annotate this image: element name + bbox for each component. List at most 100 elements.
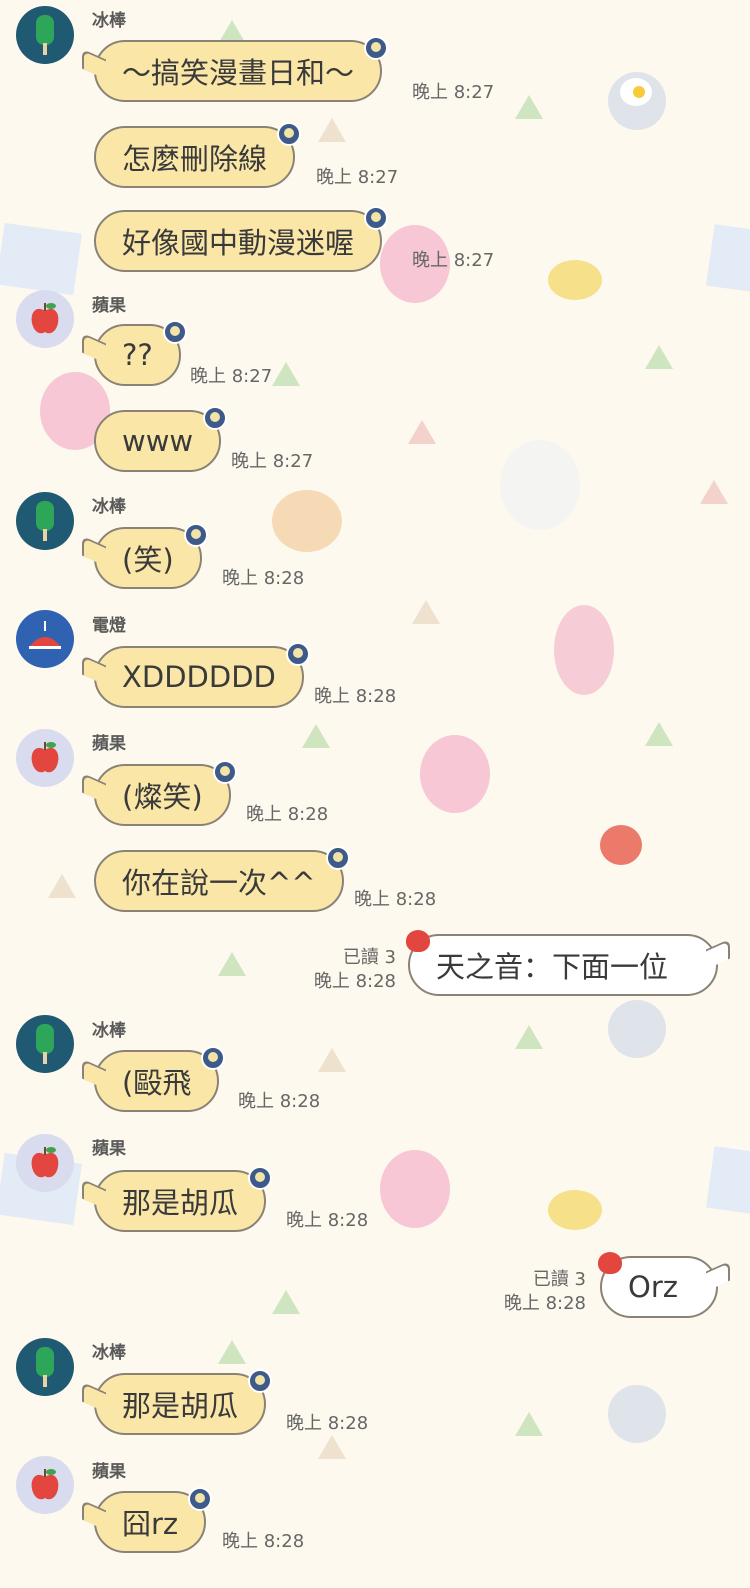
egg-pan-icon xyxy=(248,1166,273,1190)
background-triangle-decoration xyxy=(272,1290,300,1314)
message-bubble[interactable]: XDDDDDD xyxy=(94,642,310,708)
popsicle-icon xyxy=(36,1024,54,1064)
frying-pan-doodle-icon xyxy=(608,1385,666,1443)
message-text: www xyxy=(122,424,194,458)
background-triangle-decoration xyxy=(408,420,436,444)
message-bubble[interactable]: Orz xyxy=(598,1252,718,1318)
avatar-apple[interactable] xyxy=(16,290,74,348)
pink-rabbit-doodle-icon xyxy=(380,1150,450,1228)
background-triangle-decoration xyxy=(645,722,673,746)
message-bubble[interactable]: (毆飛 xyxy=(94,1046,226,1112)
message-bubble[interactable]: 天之音：下面一位 xyxy=(406,930,718,996)
background-triangle-decoration xyxy=(515,95,543,119)
background-triangle-decoration xyxy=(515,1025,543,1049)
avatar-popsicle[interactable] xyxy=(16,492,74,550)
message-time: 晚上 8:28 xyxy=(286,1413,369,1434)
apple-icon xyxy=(31,1469,59,1500)
message-time: 晚上 8:28 xyxy=(354,889,437,910)
message-time: 晚上 8:28 xyxy=(286,1210,369,1231)
egg-pan-icon xyxy=(248,1369,273,1393)
message-time: 晚上 8:27 xyxy=(316,167,399,188)
background-triangle-decoration xyxy=(272,362,300,386)
avatar-apple[interactable] xyxy=(16,1456,74,1514)
background-triangle-decoration xyxy=(700,480,728,504)
egg-pan-icon xyxy=(277,122,302,146)
message-bubble[interactable]: 怎麼刪除線 xyxy=(94,122,302,188)
sender-name: 冰棒 xyxy=(92,1343,126,1363)
egg-pan-icon xyxy=(364,206,389,230)
blender-doodle-icon xyxy=(554,605,614,695)
message-bubble[interactable]: ～搞笑漫畫日和～ xyxy=(94,36,389,102)
message-text: 那是胡瓜 xyxy=(122,1186,239,1220)
read-count: 已讀 3 xyxy=(532,1269,586,1290)
egg-pan-icon xyxy=(325,846,350,870)
avatar-apple[interactable] xyxy=(16,1134,74,1192)
message-bubble[interactable]: 囧rz xyxy=(94,1487,213,1553)
message-bubble[interactable]: 那是胡瓜 xyxy=(94,1369,273,1435)
message-time: 晚上 8:28 xyxy=(246,804,329,825)
background-triangle-decoration xyxy=(318,1048,346,1072)
avatar-popsicle[interactable] xyxy=(16,6,74,64)
avatar-lamp[interactable] xyxy=(16,610,74,668)
sender-name: 蘋果 xyxy=(92,296,126,316)
egg-pan-icon xyxy=(285,642,310,666)
egg-pan-icon xyxy=(162,320,187,344)
apple-icon xyxy=(31,303,59,334)
message-time: 晚上 8:28 xyxy=(222,1531,305,1552)
newspaper-doodle-icon xyxy=(0,222,82,296)
sender-name: 蘋果 xyxy=(92,734,126,754)
message-text: Orz xyxy=(628,1270,678,1304)
pink-rabbit-doodle-icon xyxy=(420,735,490,813)
apple-icon xyxy=(31,1147,59,1178)
message-text: 那是胡瓜 xyxy=(122,1389,239,1423)
egg-pan-icon xyxy=(212,760,237,784)
egg-pan-icon xyxy=(201,1046,226,1070)
sender-name: 蘋果 xyxy=(92,1462,126,1482)
popsicle-icon xyxy=(36,1347,54,1387)
message-bubble[interactable]: (笑) xyxy=(94,523,208,589)
read-receipt: 已讀 3 晚上 8:28 xyxy=(490,1268,586,1316)
banana-doodle-icon xyxy=(548,1190,602,1230)
avatar-apple[interactable] xyxy=(16,729,74,787)
background-triangle-decoration xyxy=(515,1412,543,1436)
read-count: 已讀 3 xyxy=(342,947,396,968)
background-triangle-decoration xyxy=(645,345,673,369)
message-bubble[interactable]: ?? xyxy=(94,320,187,386)
apple-doodle-icon xyxy=(600,825,642,865)
frying-pan-doodle-icon xyxy=(608,1000,666,1058)
bread-doodle-icon xyxy=(272,490,342,552)
background-triangle-decoration xyxy=(318,118,346,142)
message-bubble[interactable]: (燦笑) xyxy=(94,760,237,826)
background-triangle-decoration xyxy=(48,874,76,898)
avatar-popsicle[interactable] xyxy=(16,1338,74,1396)
message-bubble[interactable]: www xyxy=(94,406,228,472)
message-time: 晚上 8:28 xyxy=(222,568,305,589)
egg-pan-icon xyxy=(183,523,208,547)
background-triangle-decoration xyxy=(218,1340,246,1364)
message-text: ～搞笑漫畫日和～ xyxy=(122,56,355,90)
newspaper-doodle-icon xyxy=(705,1146,750,1216)
banana-doodle-icon xyxy=(548,260,602,300)
apple-icon xyxy=(598,1252,622,1274)
egg-pan-icon xyxy=(203,406,228,430)
message-time: 晚上 8:28 xyxy=(238,1091,321,1112)
sender-name: 冰棒 xyxy=(92,11,126,31)
message-time: 晚上 8:28 xyxy=(313,971,396,992)
message-text: 好像國中動漫迷喔 xyxy=(122,226,355,260)
message-text: 怎麼刪除線 xyxy=(122,142,268,176)
message-bubble[interactable]: 好像國中動漫迷喔 xyxy=(94,206,389,272)
message-time: 晚上 8:27 xyxy=(190,366,273,387)
background-triangle-decoration xyxy=(318,1435,346,1459)
newspaper-doodle-icon xyxy=(705,224,750,294)
popsicle-icon xyxy=(36,15,54,55)
sender-name: 電燈 xyxy=(92,616,126,636)
message-time: 晚上 8:27 xyxy=(412,250,495,271)
apple-icon xyxy=(31,742,59,773)
egg-yolk-doodle-icon xyxy=(633,86,645,98)
message-time: 晚上 8:27 xyxy=(231,451,314,472)
message-time: 晚上 8:27 xyxy=(412,82,495,103)
message-bubble[interactable]: 你在說一次^^ xyxy=(94,846,350,912)
message-bubble[interactable]: 那是胡瓜 xyxy=(94,1166,273,1232)
white-bird-doodle-icon xyxy=(500,440,580,530)
avatar-popsicle[interactable] xyxy=(16,1015,74,1073)
